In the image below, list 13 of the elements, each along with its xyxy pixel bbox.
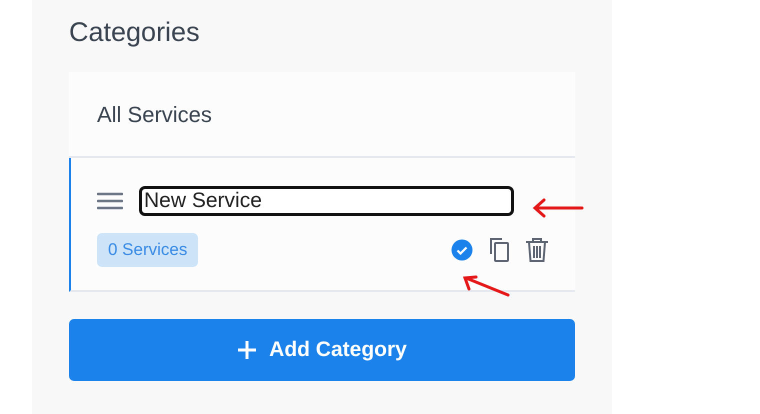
annotation-arrow: [462, 274, 510, 298]
plus-icon: [237, 340, 258, 360]
trash-icon[interactable]: [525, 236, 549, 263]
category-label[interactable]: All Services: [97, 98, 212, 130]
check-icon[interactable]: [451, 238, 473, 261]
category-item[interactable]: New Service 0 Services: [69, 158, 575, 292]
category-name-input[interactable]: New Service: [139, 186, 514, 216]
panel-title: Categories: [69, 16, 201, 49]
copy-icon[interactable]: [487, 236, 511, 263]
annotation-arrow: [532, 198, 584, 218]
services-count: 0 Services: [97, 233, 198, 266]
drag-handle-icon[interactable]: [97, 192, 123, 210]
add-category-button[interactable]: Add Category: [69, 319, 575, 381]
